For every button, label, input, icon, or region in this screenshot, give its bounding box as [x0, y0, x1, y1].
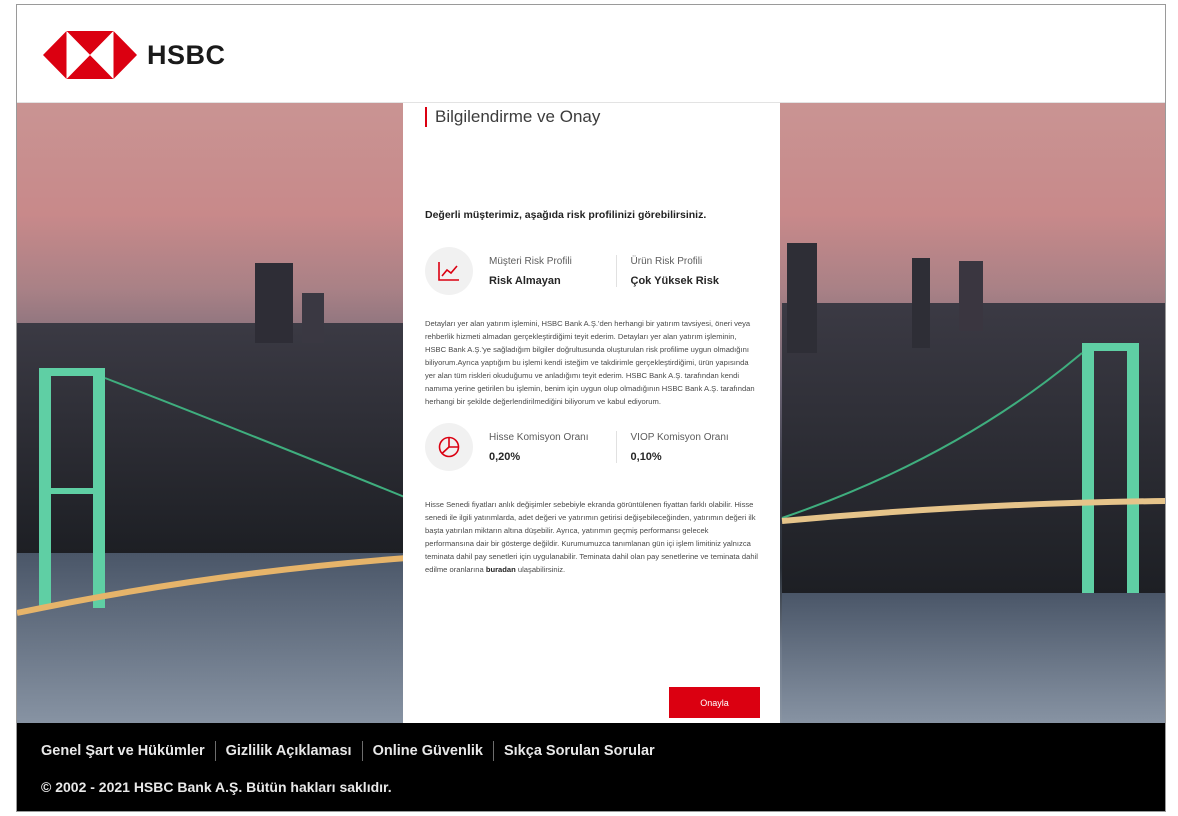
stock-commission-cell: Hisse Komisyon Oranı 0,20% — [473, 431, 616, 463]
hsbc-hexagon-icon — [43, 31, 137, 79]
stock-commission-value: 0,20% — [489, 451, 521, 463]
footer-link-privacy[interactable]: Gizlilik Açıklaması — [216, 743, 362, 759]
page-frame: HSBC Bilgilendirme ve Onay Değerli müşte… — [16, 4, 1166, 812]
stock-info-text: Hisse Senedi fiyatları anlık değişimler … — [425, 500, 758, 574]
product-risk-label: Ürün Risk Profili — [630, 256, 703, 267]
greeting-text: Değerli müşterimiz, aşağıda risk profili… — [425, 209, 707, 221]
viop-commission-value: 0,10% — [630, 451, 662, 463]
information-card: Bilgilendirme ve Onay Değerli müşterimiz… — [403, 103, 780, 723]
viop-commission-cell: VIOP Komisyon Oranı 0,10% — [615, 431, 758, 463]
stock-info-paragraph: Hisse Senedi fiyatları anlık değişimler … — [425, 498, 758, 576]
chart-line-icon — [425, 247, 473, 295]
footer: Genel Şart ve Hükümler Gizlilik Açıklama… — [17, 723, 1165, 811]
copyright-text: © 2002 - 2021 HSBC Bank A.Ş. Bütün hakla… — [41, 779, 392, 795]
product-risk-cell: Ürün Risk Profili Çok Yüksek Risk — [615, 255, 758, 287]
card-title: Bilgilendirme ve Onay — [425, 107, 758, 127]
risk-profile-row: Müşteri Risk Profili Risk Almayan Ürün R… — [425, 243, 758, 299]
footer-links: Genel Şart ve Hükümler Gizlilik Açıklama… — [41, 741, 1165, 761]
product-risk-value: Çok Yüksek Risk — [630, 275, 719, 287]
footer-link-security[interactable]: Online Güvenlik — [363, 743, 493, 759]
pie-chart-icon — [425, 423, 473, 471]
customer-risk-cell: Müşteri Risk Profili Risk Almayan — [473, 255, 616, 287]
footer-link-terms[interactable]: Genel Şart ve Hükümler — [41, 743, 215, 759]
viop-commission-label: VIOP Komisyon Oranı — [630, 432, 729, 443]
disclaimer-paragraph: Detayları yer alan yatırım işlemini, HSB… — [425, 319, 755, 406]
confirm-button[interactable]: Onayla — [669, 687, 760, 718]
brand-name: HSBC — [147, 39, 226, 70]
stock-commission-label: Hisse Komisyon Oranı — [489, 432, 589, 443]
customer-risk-value: Risk Almayan — [489, 275, 561, 287]
commission-row: Hisse Komisyon Oranı 0,20% VIOP Komisyon… — [425, 422, 758, 472]
footer-link-faq[interactable]: Sıkça Sorulan Sorular — [494, 743, 665, 759]
buradan-link[interactable]: buradan — [486, 565, 516, 574]
stock-info-tail: ulaşabilirsiniz. — [515, 565, 566, 574]
customer-risk-label: Müşteri Risk Profili — [489, 256, 572, 267]
header: HSBC — [17, 5, 1165, 103]
hsbc-logo[interactable]: HSBC — [43, 31, 226, 79]
